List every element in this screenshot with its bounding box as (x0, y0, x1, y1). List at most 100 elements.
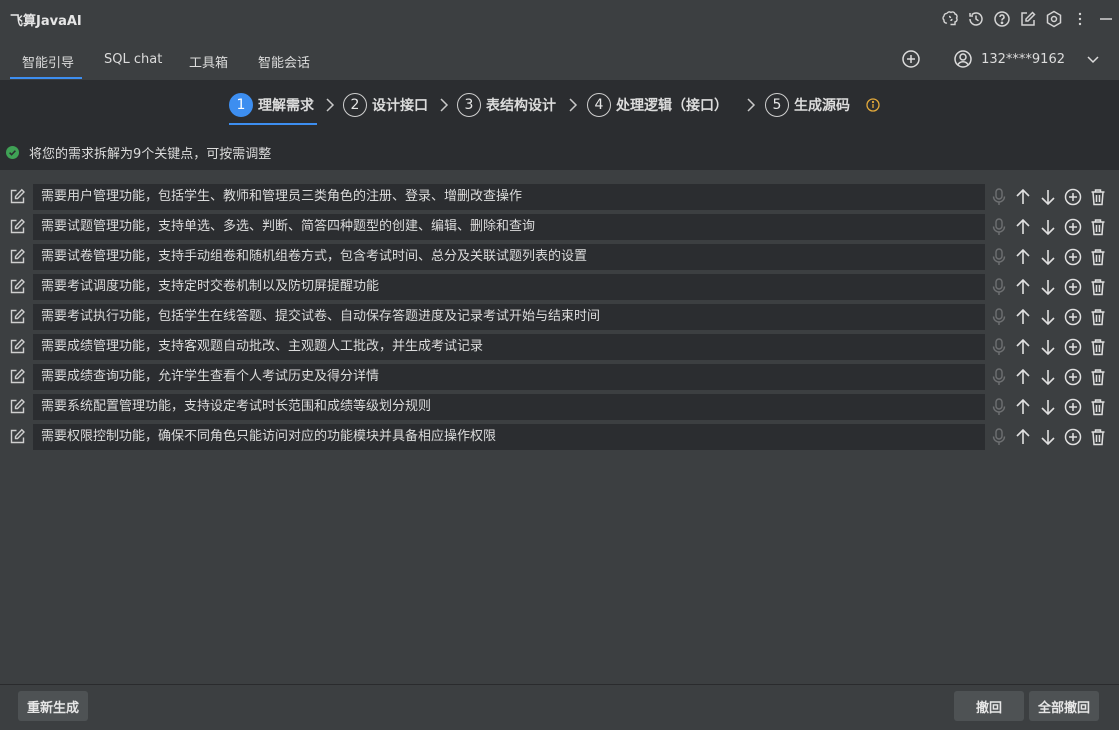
step-number: 1 (229, 93, 253, 117)
requirement-text[interactable]: 需要考试调度功能，支持定时交卷机制以及防切屏提醒功能 (33, 274, 985, 300)
summary-text: 将您的需求拆解为9个关键点，可按需调整 (29, 146, 272, 162)
active-step-indicator (229, 123, 317, 125)
trash-icon[interactable] (1085, 187, 1110, 207)
settings-icon[interactable] (1041, 7, 1067, 31)
add-circle-icon[interactable] (1060, 277, 1085, 297)
step-number: 5 (765, 93, 789, 117)
arrow-up-icon[interactable] (1010, 337, 1035, 357)
arrow-down-icon[interactable] (1035, 187, 1060, 207)
tab-toolbox[interactable]: 工具箱 (189, 52, 228, 71)
step-design-interface[interactable]: 2 设计接口 (343, 93, 428, 117)
microphone-icon[interactable] (988, 217, 1010, 237)
arrow-down-icon[interactable] (1035, 427, 1060, 447)
footer-bar: 重新生成 撤回 全部撤回 (0, 684, 1119, 730)
trash-icon[interactable] (1085, 307, 1110, 327)
arrow-up-icon[interactable] (1010, 397, 1035, 417)
arrow-down-icon[interactable] (1035, 367, 1060, 387)
edit-icon[interactable] (9, 338, 26, 355)
edit-icon[interactable] (9, 188, 26, 205)
arrow-down-icon[interactable] (1035, 397, 1060, 417)
requirement-text[interactable]: 需要权限控制功能，确保不同角色只能访问对应的功能模块并具备相应操作权限 (33, 424, 985, 450)
arrow-down-icon[interactable] (1035, 277, 1060, 297)
info-icon[interactable] (866, 98, 880, 112)
tab-smart-guide[interactable]: 智能引导 (22, 52, 74, 71)
tab-sql-chat[interactable]: SQL chat (104, 52, 162, 67)
requirement-row: 需要试卷管理功能，支持手动组卷和随机组卷方式，包含考试时间、总分及关联试题列表的… (0, 244, 1119, 270)
user-avatar-icon[interactable] (953, 49, 973, 69)
help-icon[interactable] (989, 7, 1015, 31)
arrow-down-icon[interactable] (1035, 247, 1060, 267)
requirement-text[interactable]: 需要试卷管理功能，支持手动组卷和随机组卷方式，包含考试时间、总分及关联试题列表的… (33, 244, 985, 270)
requirement-text[interactable]: 需要成绩查询功能，允许学生查看个人考试历史及得分详情 (33, 364, 985, 390)
microphone-icon[interactable] (988, 397, 1010, 417)
requirement-text[interactable]: 需要成绩管理功能，支持客观题自动批改、主观题人工批改，并生成考试记录 (33, 334, 985, 360)
arrow-up-icon[interactable] (1010, 367, 1035, 387)
microphone-icon[interactable] (988, 367, 1010, 387)
arrow-up-icon[interactable] (1010, 247, 1035, 267)
more-icon[interactable] (1067, 7, 1093, 31)
edit-icon[interactable] (9, 428, 26, 445)
row-actions (988, 427, 1110, 447)
history-icon[interactable] (963, 7, 989, 31)
regenerate-button[interactable]: 重新生成 (18, 691, 88, 721)
summary-line: 将您的需求拆解为9个关键点，可按需调整 (6, 143, 272, 162)
arrow-up-icon[interactable] (1010, 427, 1035, 447)
step-processing-logic[interactable]: 4 处理逻辑（接口） (587, 93, 728, 117)
arrow-down-icon[interactable] (1035, 217, 1060, 237)
tab-smart-chat[interactable]: 智能会话 (258, 52, 310, 71)
requirement-text[interactable]: 需要系统配置管理功能，支持设定考试时长范围和成绩等级划分规则 (33, 394, 985, 420)
requirement-row: 需要成绩管理功能，支持客观题自动批改、主观题人工批改，并生成考试记录 (0, 334, 1119, 360)
add-circle-icon[interactable] (1060, 337, 1085, 357)
user-account[interactable]: 132****9162 (981, 52, 1065, 67)
requirement-text[interactable]: 需要用户管理功能，包括学生、教师和管理员三类角色的注册、登录、增删改查操作 (33, 184, 985, 210)
requirement-row: 需要权限控制功能，确保不同角色只能访问对应的功能模块并具备相应操作权限 (0, 424, 1119, 450)
microphone-icon[interactable] (988, 307, 1010, 327)
undo-button[interactable]: 撤回 (954, 691, 1024, 721)
trash-icon[interactable] (1085, 427, 1110, 447)
trash-icon[interactable] (1085, 367, 1110, 387)
edit-icon[interactable] (9, 218, 26, 235)
edit-icon[interactable] (1015, 7, 1041, 31)
microphone-icon[interactable] (988, 277, 1010, 297)
add-circle-icon[interactable] (1060, 427, 1085, 447)
edit-icon[interactable] (9, 368, 26, 385)
arrow-up-icon[interactable] (1010, 307, 1035, 327)
arrow-up-icon[interactable] (1010, 277, 1035, 297)
requirement-text[interactable]: 需要试题管理功能，支持单选、多选、判断、简答四种题型的创建、编辑、删除和查询 (33, 214, 985, 240)
minimize-icon[interactable] (1093, 7, 1119, 31)
add-circle-icon[interactable] (1060, 397, 1085, 417)
arrow-down-icon[interactable] (1035, 337, 1060, 357)
arrow-up-icon[interactable] (1010, 187, 1035, 207)
trash-icon[interactable] (1085, 247, 1110, 267)
edit-icon[interactable] (9, 278, 26, 295)
brain-icon[interactable] (937, 7, 963, 31)
requirement-text[interactable]: 需要考试执行功能，包括学生在线答题、提交试卷、自动保存答题进度及记录考试开始与结… (33, 304, 985, 330)
trash-icon[interactable] (1085, 397, 1110, 417)
add-circle-icon[interactable] (1060, 247, 1085, 267)
edit-icon[interactable] (9, 398, 26, 415)
add-circle-icon[interactable] (1060, 187, 1085, 207)
trash-icon[interactable] (1085, 217, 1110, 237)
step-generate-source[interactable]: 5 生成源码 (765, 93, 850, 117)
edit-icon[interactable] (9, 308, 26, 325)
active-tab-indicator (10, 77, 82, 79)
add-circle-icon[interactable] (1060, 217, 1085, 237)
add-circle-icon[interactable] (1060, 367, 1085, 387)
nav-user-area: 132****9162 (901, 48, 1101, 70)
microphone-icon[interactable] (988, 187, 1010, 207)
add-icon[interactable] (901, 49, 921, 69)
chevron-down-icon[interactable] (1085, 51, 1101, 67)
undo-all-button[interactable]: 全部撤回 (1029, 691, 1099, 721)
trash-icon[interactable] (1085, 277, 1110, 297)
step-table-design[interactable]: 3 表结构设计 (457, 93, 556, 117)
arrow-up-icon[interactable] (1010, 217, 1035, 237)
microphone-icon[interactable] (988, 427, 1010, 447)
step-understand-requirements[interactable]: 1 理解需求 (229, 93, 314, 117)
chevron-right-icon (745, 97, 757, 113)
arrow-down-icon[interactable] (1035, 307, 1060, 327)
microphone-icon[interactable] (988, 247, 1010, 267)
microphone-icon[interactable] (988, 337, 1010, 357)
trash-icon[interactable] (1085, 337, 1110, 357)
edit-icon[interactable] (9, 248, 26, 265)
add-circle-icon[interactable] (1060, 307, 1085, 327)
